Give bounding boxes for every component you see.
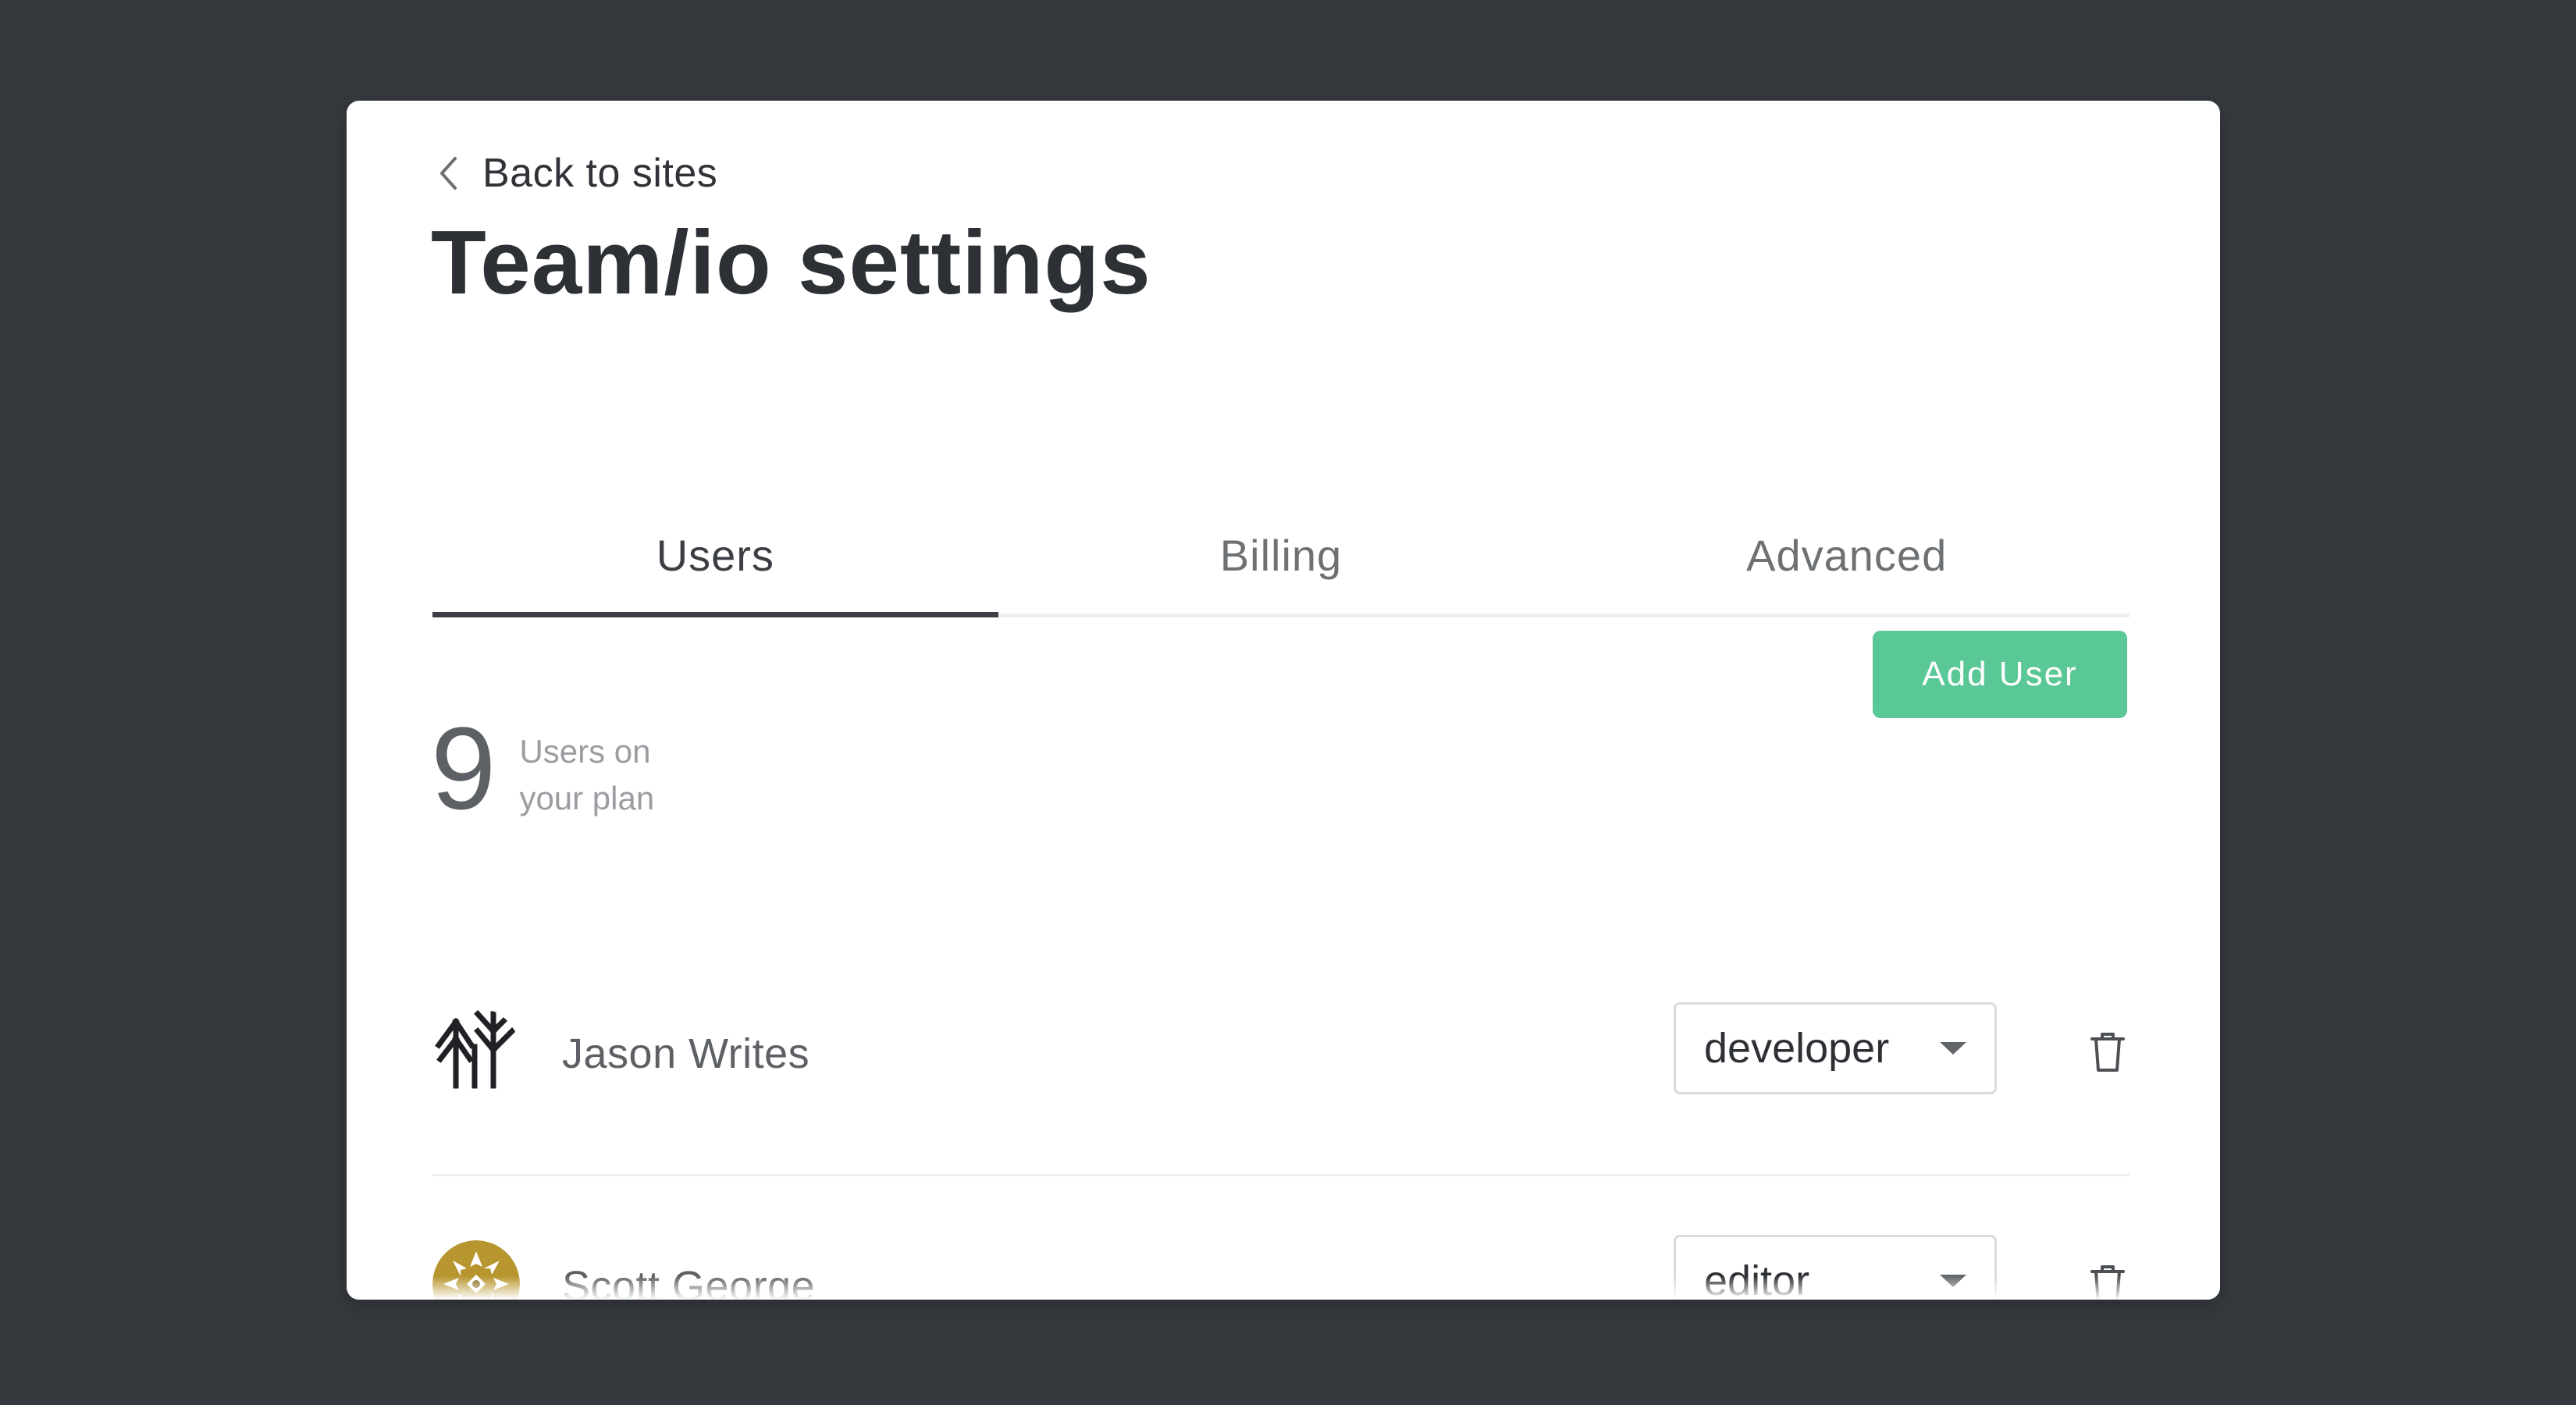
user-name: Jason Writes [562,1030,810,1077]
user-count-caption: Users on your plan [519,733,655,816]
back-link-label: Back to sites [482,151,718,196]
add-user-button[interactable]: Add User [1873,631,2127,718]
trash-icon[interactable] [2084,1028,2131,1075]
back-to-sites-link[interactable]: Back to sites [432,146,717,201]
user-list: Jason Writes developer [432,944,2129,1300]
tab-billing[interactable]: Billing [998,514,1564,617]
tab-advanced[interactable]: Advanced [1564,514,2129,617]
tab-users[interactable]: Users [432,514,998,617]
user-count-summary: 9 Users on your plan [431,710,722,827]
user-count-number: 9 [431,702,496,834]
avatar [432,1008,520,1095]
role-select-value: developer [1704,1025,1890,1072]
scroll-fade [347,1276,2220,1300]
settings-card: Back to sites Team/io settings Users Bil… [347,101,2220,1300]
user-row: Jason Writes developer [432,944,2129,1176]
caret-down-icon [1940,1042,1966,1055]
tab-bar: Users Billing Advanced [432,514,2129,617]
role-select[interactable]: developer [1674,1002,1997,1094]
page-title: Team/io settings [431,212,1151,313]
tree-logo-icon [432,1008,520,1095]
chevron-left-icon [432,154,464,193]
